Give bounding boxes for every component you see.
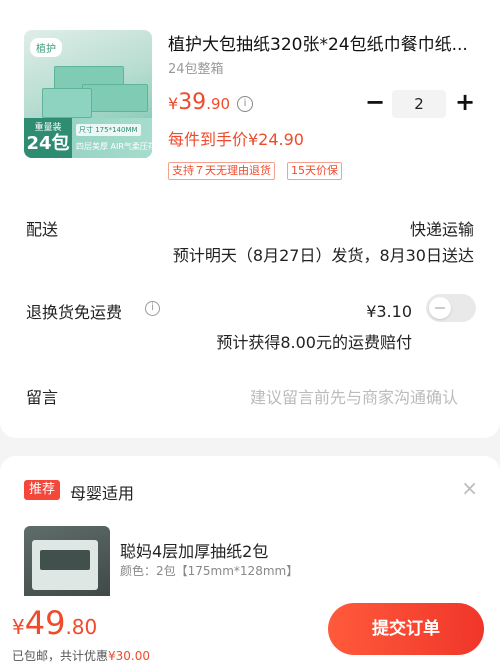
return-shipping-label: 退换货免运费	[26, 303, 123, 322]
product-title[interactable]: 植护大包抽纸320张*24包纸巾餐巾纸...	[168, 34, 480, 56]
price-protect-tag: 15天价保	[287, 162, 342, 180]
message-input[interactable]: 建议留言前先与商家沟通确认	[250, 384, 458, 408]
recommend-item-image[interactable]	[24, 526, 110, 604]
close-icon[interactable]: ×	[461, 476, 478, 500]
total-price: ¥49.80	[12, 604, 97, 642]
recommend-item-spec: 颜色：2包【175mm*128mm】	[120, 564, 299, 578]
product-image[interactable]: 植护 尺寸 175*140MM 重量装 24包 四层美厚 AIR气柔压花	[24, 30, 152, 158]
unit-price: 每件到手价¥24.90	[168, 130, 304, 149]
tissue-box-shape	[42, 88, 92, 118]
total-decimal: .80	[65, 615, 98, 639]
brand-tag: 植护	[30, 38, 62, 57]
help-icon[interactable]: i	[145, 301, 160, 316]
discount-prefix: 已包邮，共计优惠	[12, 649, 109, 663]
count-badge: 重量装 24包	[24, 118, 72, 158]
price-currency: ¥	[168, 94, 179, 113]
product-price: ¥39.90	[168, 90, 230, 115]
total-currency: ¥	[12, 615, 25, 639]
quantity-plus-button[interactable]: +	[454, 90, 476, 116]
toggle-knob	[429, 297, 451, 319]
recommend-badge: 推荐	[24, 480, 61, 500]
recommend-title: 母婴适用	[70, 484, 135, 503]
size-label: 尺寸 175*140MM	[76, 124, 141, 136]
return-shipping-price: ¥3.10	[366, 302, 412, 321]
return-shipping-note: 预计获得8.00元的运费赔付	[216, 333, 412, 352]
delivery-label: 配送	[26, 220, 59, 239]
delivery-method[interactable]: 快递运输	[410, 216, 474, 240]
feature-text: 四层美厚 AIR气柔压花	[76, 142, 152, 151]
recommend-item-name[interactable]: 聪妈4层加厚抽纸2包	[120, 538, 268, 562]
product-sku[interactable]: 24包整箱	[168, 58, 224, 77]
price-integer: 39	[178, 90, 207, 115]
price-decimal: .90	[206, 95, 231, 113]
quantity-minus-button[interactable]: −	[364, 90, 386, 116]
total-integer: 49	[24, 604, 66, 642]
discount-note: 已包邮，共计优惠¥30.00	[12, 647, 150, 664]
info-icon[interactable]: i	[237, 96, 253, 112]
quantity-input[interactable]: 2	[392, 90, 446, 118]
tissue-pack-shape	[32, 540, 98, 590]
delivery-estimate: 预计明天（8月27日）发货，8月30日送达	[172, 246, 474, 265]
discount-amount: ¥30.00	[108, 649, 151, 663]
message-label: 留言	[26, 388, 59, 407]
submit-order-button[interactable]: 提交订单	[328, 603, 484, 655]
count-big: 24包	[26, 133, 70, 154]
return-policy-tag: 支持７天无理由退货	[168, 162, 275, 180]
return-shipping-toggle[interactable]	[426, 294, 476, 322]
